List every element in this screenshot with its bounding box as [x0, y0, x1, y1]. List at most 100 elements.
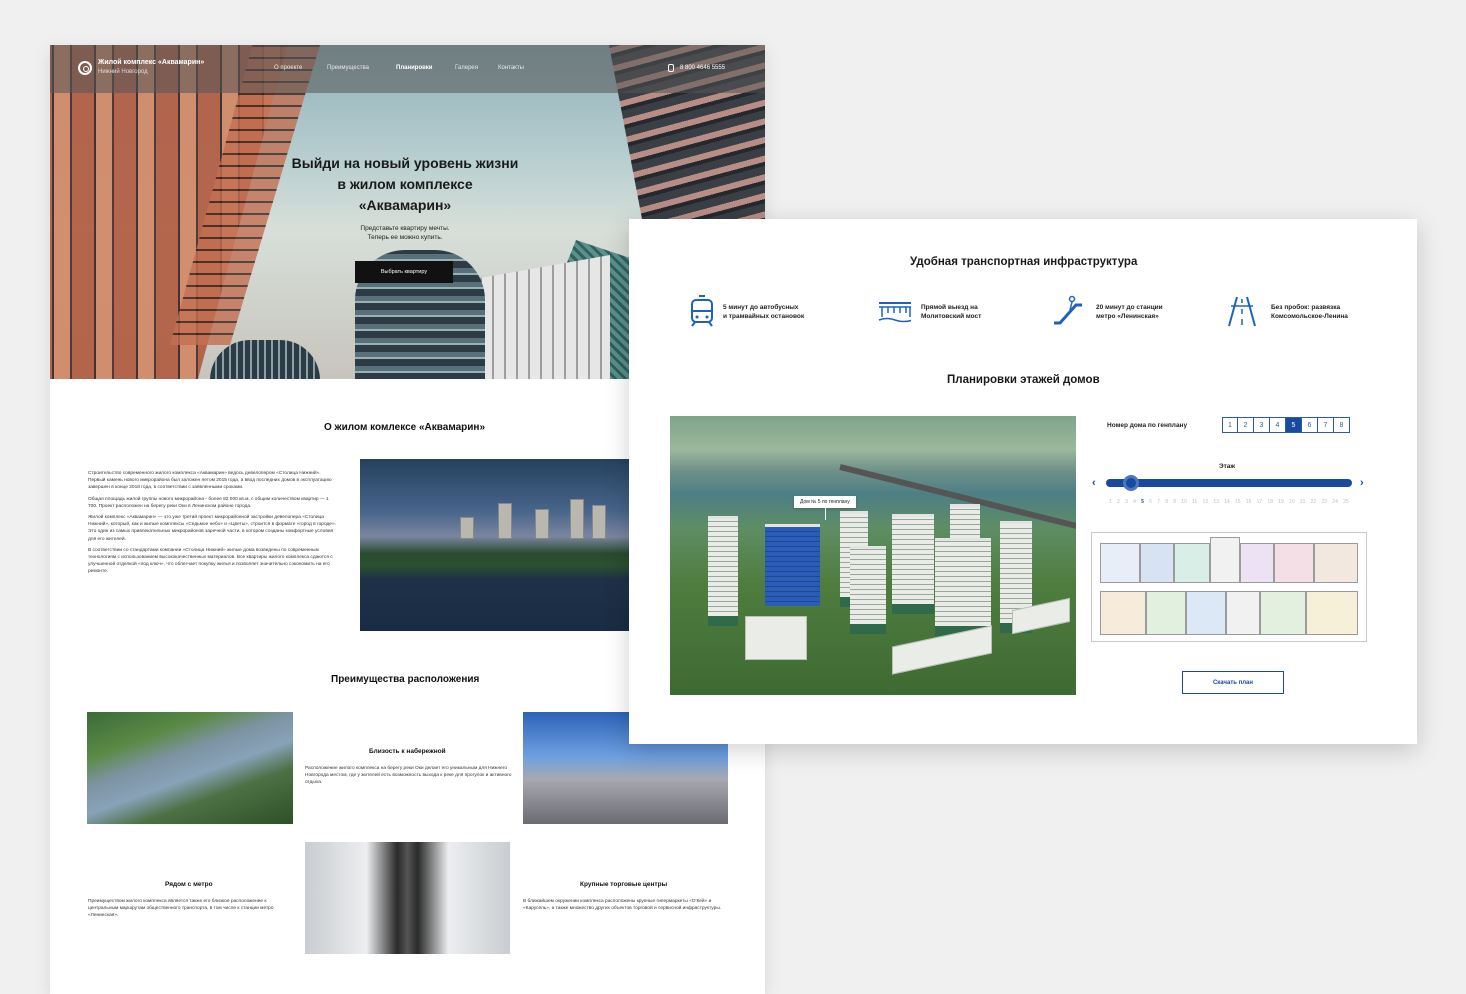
floor-number[interactable]: 14: [1224, 499, 1230, 505]
advantage-title: Крупные торговые центры: [580, 881, 668, 888]
floor-number[interactable]: 15: [1235, 499, 1241, 505]
school-building: [745, 616, 807, 660]
floor-number[interactable]: 10: [1181, 499, 1187, 505]
nav-item-about[interactable]: О проекте: [274, 65, 302, 71]
transport-item-text: 5 минут до автобусных и трамвайных остан…: [723, 303, 804, 321]
house-button-6[interactable]: 6: [1302, 417, 1318, 433]
photo-tower: [498, 503, 512, 539]
house-button-1[interactable]: 1: [1222, 417, 1238, 433]
floor-number[interactable]: 19: [1278, 499, 1284, 505]
chevron-right-icon[interactable]: ›: [1360, 477, 1364, 489]
house-number-label: Номер дома по генплану: [1107, 422, 1188, 429]
floor-number[interactable]: 4: [1133, 499, 1136, 505]
house-button-4[interactable]: 4: [1270, 417, 1286, 433]
hero-subtitle-line: Представьте квартиру мечты.: [360, 225, 450, 232]
transport-title: Удобная транспортная инфраструктура: [910, 256, 1138, 268]
floor-number[interactable]: 21: [1300, 499, 1306, 505]
photo-tower: [535, 509, 549, 539]
building-tower[interactable]: [935, 538, 991, 636]
nav-item-plans[interactable]: Планировки: [396, 65, 432, 71]
floor-number[interactable]: 12: [1203, 499, 1209, 505]
phone-number[interactable]: 8 800 4646 5555: [680, 65, 725, 71]
download-plan-button[interactable]: Скачать план: [1182, 671, 1284, 694]
building-tower[interactable]: [850, 546, 886, 634]
plan-room: [1146, 591, 1186, 635]
floor-number[interactable]: 16: [1246, 499, 1252, 505]
photo-tower: [570, 499, 584, 539]
plan-room: [1174, 543, 1210, 583]
floor-numbers: 1 2 3 4 5 6 7 8 9 10 11 12 13 14 15 16 17 18 19 20 21 22 23 24 2…: [1109, 499, 1349, 505]
photo-tower: [592, 505, 606, 539]
tram-icon: [691, 295, 713, 327]
floor-number[interactable]: 8: [1165, 499, 1168, 505]
building-tower[interactable]: [708, 516, 738, 626]
floor-label: Этаж: [1219, 463, 1236, 470]
floor-number[interactable]: 20: [1289, 499, 1295, 505]
house-button-3[interactable]: 3: [1254, 417, 1270, 433]
plan-room: [1314, 543, 1358, 583]
nav-item-gallery[interactable]: Галерея: [455, 65, 478, 71]
nav-item-contacts[interactable]: Контакты: [498, 65, 524, 71]
transport-text-line: Молитовский мост: [921, 313, 982, 320]
floor-number[interactable]: 11: [1192, 499, 1197, 505]
house-selector: 1 2 3 4 5 6 7 8: [1222, 417, 1350, 433]
river-aerial-photo: [87, 712, 293, 824]
hero-title-line: Выйди на новый уровень жизни: [291, 155, 519, 171]
transport-text-line: и трамвайных остановок: [723, 313, 805, 320]
plan-room: [1306, 591, 1358, 635]
transport-text-line: метро «Ленинская»: [1096, 313, 1159, 320]
house-button-8[interactable]: 8: [1334, 417, 1350, 433]
floor-number[interactable]: 25: [1343, 499, 1349, 505]
floor-number[interactable]: 17: [1257, 499, 1263, 505]
floor-number[interactable]: 23: [1321, 499, 1327, 505]
choose-apartment-button[interactable]: Выбрать квартиру: [355, 261, 453, 283]
floor-number[interactable]: 9: [1173, 499, 1176, 505]
transport-item-text: Без пробок: развязка Комсомольское-Ленин…: [1271, 303, 1348, 321]
plan-room: [1140, 543, 1174, 583]
floor-slider-track[interactable]: [1106, 479, 1352, 487]
plans-page: Удобная транспортная инфраструктура 5 ми…: [629, 219, 1417, 744]
complex-night-photo: [360, 459, 640, 631]
floor-number[interactable]: 1: [1109, 499, 1112, 505]
advantage-title: Рядом с метро: [165, 881, 213, 888]
floor-number[interactable]: 18: [1267, 499, 1273, 505]
hero-subtitle-line: Теперь ее можно купить.: [367, 234, 443, 241]
floor-number[interactable]: 3: [1125, 499, 1128, 505]
transport-text-line: 5 минут до автобусных: [723, 304, 799, 311]
logo-icon[interactable]: [78, 61, 92, 75]
about-paragraph: В соответствии со стандартами компании «…: [88, 547, 333, 575]
plan-room: [1240, 543, 1274, 583]
top-navigation: Жилой комплекс «Аквамарин» Нижний Новгор…: [50, 45, 765, 93]
bridge-icon: [878, 302, 911, 323]
advantage-text: В ближайшем окружении комплекса располож…: [523, 899, 722, 912]
house-button-7[interactable]: 7: [1318, 417, 1334, 433]
floor-number[interactable]: 5: [1141, 499, 1144, 505]
transport-item-text: Прямой выезд на Молитовский мост: [921, 303, 981, 321]
chevron-left-icon[interactable]: ‹: [1092, 477, 1096, 489]
house-button-5[interactable]: 5: [1286, 417, 1302, 433]
road-icon: [1228, 296, 1256, 327]
building-tower-selected[interactable]: [765, 524, 820, 606]
hero-title: Выйди на новый уровень жизни в жилом ком…: [255, 153, 555, 216]
hero-title-line: в жилом комплексе: [337, 176, 473, 192]
advantage-text: Преимуществом жилого комплекса является …: [88, 899, 274, 919]
building-tower[interactable]: [892, 514, 934, 614]
brand-title[interactable]: Жилой комплекс «Аквамарин»: [98, 59, 204, 66]
nav-item-advantages[interactable]: Преимущества: [327, 65, 369, 71]
hero-title-line: «Аквамарин»: [358, 197, 452, 213]
floor-number[interactable]: 7: [1157, 499, 1160, 505]
floor-slider-handle[interactable]: [1122, 475, 1139, 491]
floor-number[interactable]: 6: [1149, 499, 1152, 505]
plan-room: [1260, 591, 1306, 635]
transport-text-line: Без пробок: развязка: [1271, 304, 1341, 311]
complex-aerial-photo[interactable]: Дом № 5 по генплану: [670, 416, 1076, 695]
advantage-title: Близость к набережной: [369, 748, 446, 755]
floor-number[interactable]: 13: [1213, 499, 1219, 505]
floor-number[interactable]: 22: [1311, 499, 1317, 505]
advantages-title: Преимущества расположения: [331, 674, 480, 685]
floor-number[interactable]: 2: [1117, 499, 1120, 505]
photo-tower: [460, 517, 474, 539]
house-button-2[interactable]: 2: [1238, 417, 1254, 433]
hero-photo-building: [210, 340, 320, 379]
floor-number[interactable]: 24: [1332, 499, 1338, 505]
